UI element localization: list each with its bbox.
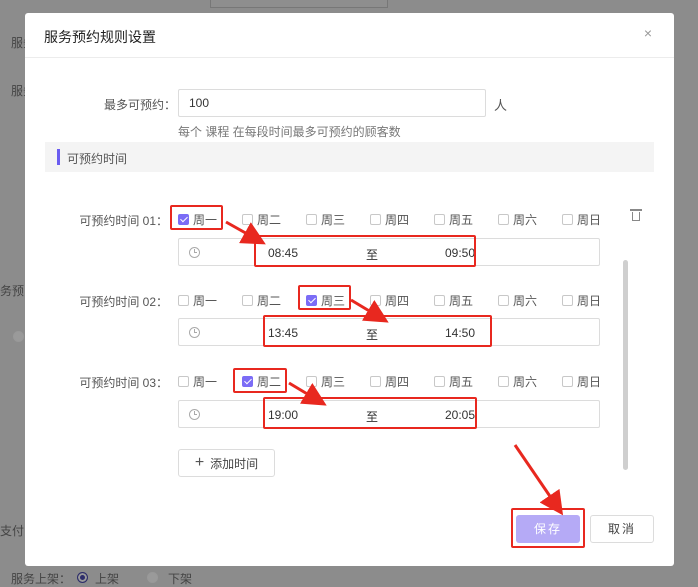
cancel-button[interactable]: 取消 xyxy=(590,515,654,543)
slot-02-checkbox-sun[interactable]: 周日 xyxy=(562,292,601,309)
clock-icon xyxy=(189,409,200,420)
slot-02-checkbox-wed[interactable]: 周三 xyxy=(306,292,345,309)
slot-03-time-range[interactable]: 19:00 至 20:05 xyxy=(178,400,600,428)
dialog-title: 服务预约规则设置 xyxy=(44,29,156,45)
slot-02-separator: 至 xyxy=(366,328,379,342)
max-booking-unit: 人 xyxy=(494,98,508,113)
slot-02-checkbox-tue[interactable]: 周二 xyxy=(242,292,281,309)
max-booking-value: 100 xyxy=(189,96,210,110)
bg-shelf-on-label: 上架 xyxy=(95,572,120,586)
dialog-scrollbar[interactable] xyxy=(623,260,628,470)
background-input xyxy=(210,0,388,8)
slot-03-checkbox-fri[interactable]: 周五 xyxy=(434,373,473,390)
slot-01-checkbox-fri[interactable]: 周五 xyxy=(434,211,473,228)
bg-label-d: 支付 xyxy=(0,524,25,538)
slot-03-checkbox-wed[interactable]: 周三 xyxy=(306,373,345,390)
slot-01-start: 08:45 xyxy=(268,246,299,260)
slot-03-checkbox-mon[interactable]: 周一 xyxy=(178,373,217,390)
bg-shelf-on-radio xyxy=(77,572,88,583)
slot-03-start: 19:00 xyxy=(268,408,299,422)
bg-shelf-off-radio xyxy=(147,572,158,583)
bg-shelf-label: 服务上架： xyxy=(11,572,72,586)
slot-02-checkbox-fri[interactable]: 周五 xyxy=(434,292,473,309)
slot-03-checkbox-sun[interactable]: 周日 xyxy=(562,373,601,390)
max-booking-hint: 每个 课程 在每段时间最多可预约的顾客数 xyxy=(178,125,401,139)
slot-01-checkbox-tue[interactable]: 周二 xyxy=(242,211,281,228)
add-time-button[interactable]: + 添加时间 xyxy=(178,449,275,477)
slot-02-checkbox-thu[interactable]: 周四 xyxy=(370,292,409,309)
bg-label-c: 务预 xyxy=(0,284,25,298)
slot-03-checkbox-thu[interactable]: 周四 xyxy=(370,373,409,390)
section-header: 可预约时间 xyxy=(45,142,654,172)
max-booking-label: 最多可预约： xyxy=(103,98,176,112)
slot-01-checkbox-sun[interactable]: 周日 xyxy=(562,211,601,228)
slot-02-checkbox-mon[interactable]: 周一 xyxy=(178,292,217,309)
max-booking-input[interactable]: 100 xyxy=(178,89,486,117)
clock-icon xyxy=(189,327,200,338)
slot-03-checkbox-tue[interactable]: 周二 xyxy=(242,373,281,390)
slot-03-end: 20:05 xyxy=(445,408,476,422)
save-button[interactable]: 保存 xyxy=(516,515,580,543)
slot-02-start: 13:45 xyxy=(268,326,299,340)
add-time-label: 添加时间 xyxy=(210,456,259,471)
close-icon[interactable]: × xyxy=(640,25,656,41)
slot-02-label: 可预约时间 02： xyxy=(79,295,168,309)
slot-03-label: 可预约时间 03： xyxy=(79,376,168,390)
plus-icon: + xyxy=(194,454,205,471)
section-title: 可预约时间 xyxy=(67,152,128,166)
delete-icon[interactable] xyxy=(630,209,642,221)
slot-02-time-range[interactable]: 13:45 至 14:50 xyxy=(178,318,600,346)
slot-03-checkbox-sat[interactable]: 周六 xyxy=(498,373,537,390)
slot-01-checkbox-wed[interactable]: 周三 xyxy=(306,211,345,228)
slot-02-checkbox-sat[interactable]: 周六 xyxy=(498,292,537,309)
section-marker xyxy=(57,149,60,165)
slot-01-end: 09:50 xyxy=(445,246,476,260)
slot-02-end: 14:50 xyxy=(445,326,476,340)
slot-01-checkbox-thu[interactable]: 周四 xyxy=(370,211,409,228)
bg-radio xyxy=(13,331,24,342)
clock-icon xyxy=(189,247,200,258)
slot-01-time-range[interactable]: 08:45 至 09:50 xyxy=(178,238,600,266)
dialog-header: 服务预约规则设置 × xyxy=(25,13,674,58)
bg-shelf-off-label: 下架 xyxy=(168,572,193,586)
slot-01-label: 可预约时间 01： xyxy=(79,214,168,228)
slot-01-separator: 至 xyxy=(366,248,379,262)
slot-03-separator: 至 xyxy=(366,410,379,424)
slot-01-checkbox-sat[interactable]: 周六 xyxy=(498,211,537,228)
slot-01-checkbox-mon[interactable]: 周一 xyxy=(178,211,217,228)
